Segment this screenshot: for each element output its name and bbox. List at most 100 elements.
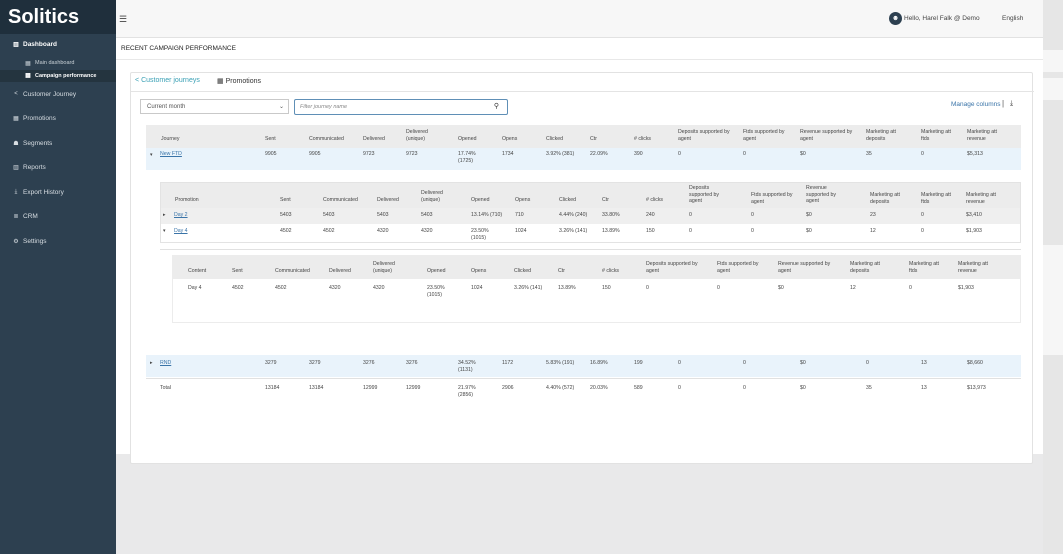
cell: 35 (866, 151, 872, 157)
promotion-link-day-2[interactable]: Day 2 (174, 212, 188, 219)
table-header: Journey Sent Communicated Delivered Deli… (146, 125, 1021, 148)
table-row[interactable]: Day 4 4502 4502 4320 4320 23.50% (1015) … (173, 279, 1020, 301)
cell: 0 (743, 151, 746, 157)
collapse-caret-icon[interactable]: ▾ (163, 228, 166, 234)
cell: 4.44% (240) (559, 212, 588, 218)
period-select[interactable]: Current month ⌄ (140, 99, 289, 114)
sidebar-item-main-dashboard[interactable]: ▦ Main dashboard (0, 57, 116, 70)
col-header: Revenue supported by agent (800, 129, 853, 142)
app-logo[interactable]: Solitics (0, 0, 116, 34)
right-strip-panel (1043, 50, 1063, 72)
cell: 4502 (280, 228, 292, 234)
page-title: RECENT CAMPAIGN PERFORMANCE (121, 45, 236, 52)
col-header: Delivered (unique) (421, 190, 443, 203)
table-row[interactable]: ▸ RND 3279 3279 3276 3276 34.52% (1131) … (146, 355, 1021, 377)
col-header: Marketing att deposits (866, 129, 896, 142)
tab-customer-journeys[interactable]: < Customer journeys (135, 77, 200, 84)
expand-caret-icon[interactable]: ▸ (163, 212, 166, 218)
cell: 5403 (280, 212, 292, 218)
col-header: Delivered (unique) (373, 261, 395, 274)
cell: 0 (921, 228, 924, 234)
tab-promotions[interactable]: ▦ Promotions (217, 77, 261, 86)
grid-icon: ▦ (25, 73, 31, 80)
chevron-down-icon: ⌄ (278, 104, 284, 110)
sidebar-item-settings[interactable]: ⚙ Settings (0, 229, 116, 254)
cell: 4320 (377, 228, 389, 234)
journey-link-rnd[interactable]: RND (160, 360, 171, 367)
language-selector[interactable]: English (1002, 15, 1023, 22)
table-row[interactable]: ▾ Day 4 4502 4502 4320 4320 23.50% (1015… (161, 224, 1020, 243)
gears-icon: ⚙ (13, 238, 19, 245)
col-header: Marketing att ftds (921, 129, 951, 142)
cell: 13.14% (710) (471, 212, 503, 218)
users-icon: ☗ (13, 140, 19, 147)
main-content: RECENT CAMPAIGN PERFORMANCE < Customer jo… (116, 38, 1043, 464)
col-header: Revenue supported by agent (806, 185, 836, 204)
sidebar-item-crm[interactable]: ≣ CRM (0, 205, 116, 230)
cell: 150 (602, 285, 611, 291)
cell: 13.89% (602, 228, 620, 234)
sidebar-item-customer-journey[interactable]: < Customer Journey (0, 82, 116, 107)
cell: 589 (634, 385, 643, 391)
sidebar-item-segments[interactable]: ☗ Segments (0, 131, 116, 156)
col-header: Revenue supported by agent (778, 261, 831, 274)
collapse-caret-icon[interactable]: ▾ (150, 152, 153, 158)
table-row[interactable]: ▸ Day 2 5403 5403 5403 5403 13.14% (710)… (161, 208, 1020, 224)
cell: 9905 (309, 151, 321, 157)
cell: $13,973 (967, 385, 986, 391)
col-header: Delivered (363, 136, 385, 142)
col-header: Opened (427, 268, 446, 274)
col-header: Marketing att ftds (909, 261, 939, 274)
journey-link-new-ftd[interactable]: New FTD (160, 151, 182, 158)
col-header: Ctr (590, 136, 597, 142)
list-icon: ≣ (13, 214, 19, 221)
cell: 16.89% (590, 360, 608, 366)
sidebar-item-dashboard[interactable]: ▥ Dashboard (0, 34, 116, 54)
col-header: Ctr (558, 268, 565, 274)
col-header: Deposits supported by agent (689, 185, 719, 204)
sidebar-item-export-history[interactable]: ⤓ Export History (0, 180, 116, 205)
cell: 0 (921, 212, 924, 218)
cell: 0 (717, 285, 720, 291)
right-scroll-area (1043, 0, 1063, 554)
col-header: Clicked (546, 136, 564, 142)
manage-columns-link[interactable]: Manage columns (951, 101, 1001, 108)
cell: Day 4 (188, 285, 202, 291)
col-header: Ftds supported by agent (717, 261, 759, 274)
sidebar-item-reports[interactable]: ▥ Reports (0, 156, 116, 181)
cell: 5403 (377, 212, 389, 218)
col-header: Delivered (377, 197, 399, 203)
sidebar-item-label: Export History (23, 188, 64, 196)
menu-toggle-icon[interactable]: ☰ (119, 14, 127, 25)
top-bar: ☰ ☻ Hello, Harel Falk @ Demo English (116, 0, 1043, 38)
search-icon[interactable]: ⚲ (494, 102, 499, 110)
table-header: Promotion Sent Communicated Delivered De… (161, 183, 1020, 208)
grid-icon: ▦ (13, 116, 19, 123)
col-header: Opened (458, 136, 477, 142)
cell: Total (160, 385, 171, 391)
cell: 5403 (323, 212, 335, 218)
sidebar-item-campaign-performance[interactable]: ▦ Campaign performance (0, 69, 116, 82)
table-row[interactable]: ▾ New FTD 9905 9905 9723 9723 17.74% (17… (146, 148, 1021, 170)
cell: 3.26% (141) (559, 228, 588, 234)
cell: 12999 (363, 385, 378, 391)
col-header: Journey (161, 136, 180, 142)
cell: 3279 (309, 360, 321, 366)
right-strip-panel (1043, 78, 1063, 100)
col-header: Opened (471, 197, 490, 203)
cell: 0 (921, 151, 924, 157)
expand-caret-icon[interactable]: ▸ (150, 360, 153, 366)
promotion-link-day-4[interactable]: Day 4 (174, 228, 188, 235)
col-header: Sent (265, 136, 276, 142)
journey-search-input[interactable]: Filter journey name ⚲ (294, 99, 508, 115)
search-placeholder: Filter journey name (300, 104, 348, 110)
cell: 13.89% (558, 285, 576, 291)
sidebar-item-label: Segments (23, 139, 53, 147)
col-header: Promotion (175, 197, 199, 203)
download-icon[interactable]: ⤓ (1010, 100, 1013, 108)
bar-chart-icon: ▥ (13, 41, 19, 48)
sidebar-item-promotions[interactable]: ▦ Promotions (0, 107, 116, 132)
cell: 1734 (502, 151, 514, 157)
col-header: Deposits supported by agent (646, 261, 698, 274)
user-menu[interactable]: ☻ Hello, Harel Falk @ Demo (889, 12, 980, 25)
